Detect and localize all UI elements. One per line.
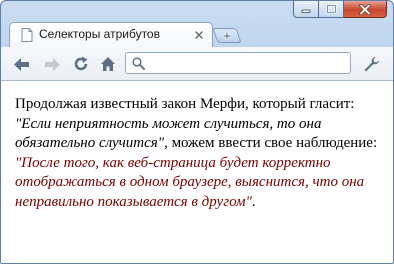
address-bar[interactable] [125,52,351,74]
toolbar [1,47,393,81]
reload-button[interactable] [72,55,90,73]
page-content: Продолжая известный закон Мерфи, который… [1,81,393,263]
close-button[interactable] [344,1,387,18]
reload-icon [74,56,88,71]
intro-text: Продолжая известный закон Мерфи, который… [15,96,355,112]
settings-button[interactable] [362,55,380,73]
paragraph: Продолжая известный закон Мерфи, который… [15,95,381,212]
home-button[interactable] [99,55,117,73]
back-button[interactable] [12,55,30,73]
closing-period: . [251,193,256,210]
search-icon [132,57,145,70]
tab-close-icon[interactable] [194,30,204,40]
tab-strip: Селекторы атрибутов [1,20,393,48]
maximize-button[interactable] [319,1,344,18]
browser-quote: "После того, как веб-страница будет корр… [15,154,365,210]
address-input[interactable] [150,55,346,71]
back-arrow-icon [13,57,29,71]
browser-window: Селекторы атрибутов Продолжая известный … [0,0,394,264]
minimize-icon [301,9,311,13]
plus-icon [223,32,231,40]
page-icon [21,28,33,42]
observation-text: , можем ввести свое наблюдение: [164,135,378,151]
window-controls [293,1,387,19]
close-icon [359,3,371,15]
tab-selectors-attributes[interactable]: Селекторы атрибутов [9,22,213,48]
tab-title: Селекторы атрибутов [39,27,160,41]
wrench-icon [364,56,379,71]
minimize-button[interactable] [293,1,319,18]
forward-button[interactable] [43,55,61,73]
maximize-icon [325,4,337,14]
forward-arrow-icon [44,57,60,71]
home-icon [101,57,115,71]
